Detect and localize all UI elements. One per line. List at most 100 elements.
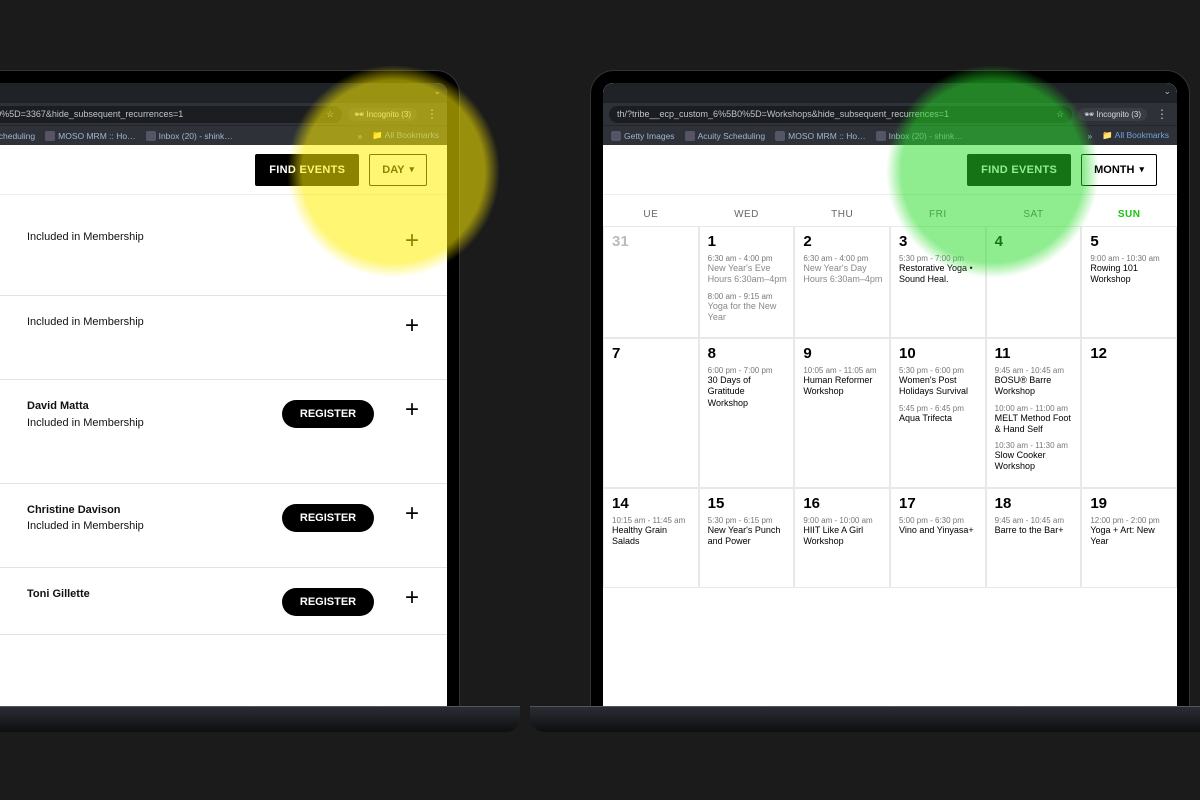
calendar-event[interactable]: Rowing 101 Workshop [1090,263,1170,286]
find-events-button[interactable]: FIND EVENTS [255,154,359,186]
calendar-cell[interactable]: 1912:00 pm - 2:00 pmYoga + Art: New Year [1081,488,1177,588]
register-button[interactable]: REGISTER [282,400,374,428]
expand-event-button[interactable]: + [397,586,427,610]
all-bookmarks-link[interactable]: 📁 All Bookmarks [1102,130,1169,141]
calendar-cell[interactable]: 12 [1081,338,1177,488]
event-location: Wauwatosa [0,251,23,263]
event-time: 5:30 pm - 6:00 pm [899,366,979,375]
calendar-cell[interactable]: 31 [603,226,699,338]
calendar-event[interactable]: Healthy Grain Salads [612,525,692,548]
view-selector-button[interactable]: DAY ▾ [369,154,427,186]
calendar-cell[interactable]: 8 6:00 pm - 7:00 pm30 Days of Gratitude W… [699,338,795,488]
bookmark-item[interactable]: Acuity Scheduling [685,131,766,141]
bookmark-item[interactable]: MOSO MRM :: Ho… [45,131,135,141]
calendar-event[interactable]: Human Reformer Workshop [803,375,883,398]
bookmarks-overflow-icon[interactable]: » [1087,131,1092,141]
event-room: Ride Studio [0,537,23,549]
event-row: CycleWauwatosaRide StudioChristine Davis… [0,484,447,569]
event-time: 9:00 am - 10:00 am [803,516,883,525]
bookmark-item[interactable]: Getty Images [611,131,675,141]
weekday-header: UE WED THU FRI SAT SUN [603,195,1177,226]
calendar-event[interactable]: BOSU® Barre Workshop [995,375,1075,398]
register-button[interactable]: REGISTER [282,504,374,532]
calendar-event[interactable]: Women's Post Holidays Survival [899,375,979,398]
calendar-cell[interactable]: 175:00 pm - 6:30 pmVino and Yinyasa+ [890,488,986,588]
weekday-label: SAT [986,209,1082,220]
browser-tab-bar: ⌄ [0,83,447,103]
bookmark-star-icon[interactable]: ☆ [326,109,334,120]
expand-event-button[interactable]: + [397,502,427,526]
bookmark-item[interactable]: MOSO MRM :: Ho… [775,131,865,141]
view-selector-button[interactable]: MONTH ▾ [1081,154,1157,186]
day-number: 1 [708,233,788,250]
calendar-event[interactable]: New Year's Eve Hours 6:30am–4pm [708,263,788,286]
calendar-event[interactable]: 30 Days of Gratitude Workshop [708,375,788,409]
calendar-cell[interactable]: 155:30 pm - 6:15 pmNew Year's Punch and … [699,488,795,588]
event-time: 6:00 pm - 7:00 pm [708,366,788,375]
weekday-label: THU [794,209,890,220]
expand-event-button[interactable]: + [397,229,427,253]
day-number: 12 [1090,345,1170,362]
chevron-down-icon: ▾ [1139,164,1144,175]
event-time: 5:00 pm - 6:30 pm [899,516,979,525]
calendar-cell[interactable]: 16:30 am - 4:00 pmNew Year's Eve Hours 6… [699,226,795,338]
event-instructor: David Matta [27,398,259,415]
bookmarks-bar: Getty Images Acuity Scheduling MOSO MRM … [0,125,447,145]
browser-menu-icon[interactable]: ⋮ [1153,107,1171,121]
calendar-cell[interactable]: 4 [986,226,1082,338]
calendar-cell[interactable]: 119:45 am - 10:45 amBOSU® Barre Workshop… [986,338,1082,488]
calendar-event[interactable]: Yoga + Art: New Year [1090,525,1170,548]
expand-event-button[interactable]: + [397,398,427,422]
calendar-event[interactable]: Restorative Yoga • Sound Heal. [899,263,979,286]
event-title: Adult Swim [0,229,23,248]
calendar-cell[interactable]: 105:30 pm - 6:00 pmWomen's Post Holidays… [890,338,986,488]
expand-event-button[interactable]: + [397,314,427,338]
window-chevron-icon[interactable]: ⌄ [1163,86,1171,97]
event-instructor: Christine Davison [27,502,259,519]
calendar-event[interactable]: HIIT Like A Girl Workshop [803,525,883,548]
url-text: th/?tribe__ecp_custom_6%5B0%5D=Workshops… [617,109,949,119]
bookmark-item[interactable]: Inbox (20) - shink… [146,131,233,141]
browser-menu-icon[interactable]: ⋮ [423,107,441,121]
register-button[interactable]: REGISTER [282,588,374,616]
calendar-event[interactable]: Vino and Yinyasa+ [899,525,979,536]
calendar-event[interactable]: Aqua Trifecta [899,413,979,424]
weekday-label: UE [603,209,699,220]
event-time: 10:15 am - 11:45 am [612,516,692,525]
calendar-cell[interactable]: 7 [603,338,699,488]
calendar-cell[interactable]: 9 10:05 am - 11:05 amHuman Reformer Works… [794,338,890,488]
url-field[interactable]: th/?tribe__ecp_custom_6%5B0%5D=Workshops… [609,106,1072,123]
find-events-button[interactable]: FIND EVENTS [967,154,1071,186]
bookmark-star-icon[interactable]: ☆ [1056,109,1064,120]
calendar-cell[interactable]: 59:00 am - 10:30 amRowing 101 Workshop [1081,226,1177,338]
all-bookmarks-link[interactable]: 📁 All Bookmarks [372,130,439,141]
calendar-cell[interactable]: 35:30 pm - 7:00 pmRestorative Yoga • Sou… [890,226,986,338]
url-field[interactable]: 5-01-09/?tribe_venues%5B0%5D=3367&hide_s… [0,106,342,123]
day-number: 2 [803,233,883,250]
weekday-label: WED [699,209,795,220]
day-number: 9 [803,345,883,362]
day-number: 31 [612,233,692,250]
view-label: DAY [382,164,404,176]
laptop-base [0,706,520,732]
calendar-cell[interactable]: 189:45 am - 10:45 amBarre to the Bar+ [986,488,1082,588]
calendar-cell[interactable]: 26:30 am - 4:00 pmNew Year's Day Hours 6… [794,226,890,338]
calendar-event[interactable]: New Year's Day Hours 6:30am–4pm [803,263,883,286]
calendar-event[interactable]: Slow Cooker Workshop [995,450,1075,473]
bookmark-item[interactable]: Acuity Scheduling [0,131,35,141]
calendar-event[interactable]: Barre to the Bar+ [995,525,1075,536]
window-chevron-icon[interactable]: ⌄ [433,86,441,97]
event-time: 10:05 am - 11:05 am [803,366,883,375]
event-location: Wauwatosa [0,439,23,451]
bookmarks-overflow-icon[interactable]: » [357,131,362,141]
calendar-event[interactable]: Yoga for the New Year [708,301,788,324]
event-time: 5:45 pm - 6:45 pm [899,404,979,413]
day-number: 8 [708,345,788,362]
calendar-cell[interactable]: 169:00 am - 10:00 amHIIT Like A Girl Wor… [794,488,890,588]
calendar-event[interactable]: New Year's Punch and Power [708,525,788,548]
calendar-event[interactable]: MELT Method Foot & Hand Self [995,413,1075,436]
incognito-badge: 🕶 Incognito (3) [1078,108,1147,121]
event-row: Adult SwimWauwatosaIndoor Lap PoolInclud… [0,296,447,381]
calendar-cell[interactable]: 1410:15 am - 11:45 amHealthy Grain Salad… [603,488,699,588]
bookmark-item[interactable]: Inbox (20) - shink… [876,131,963,141]
